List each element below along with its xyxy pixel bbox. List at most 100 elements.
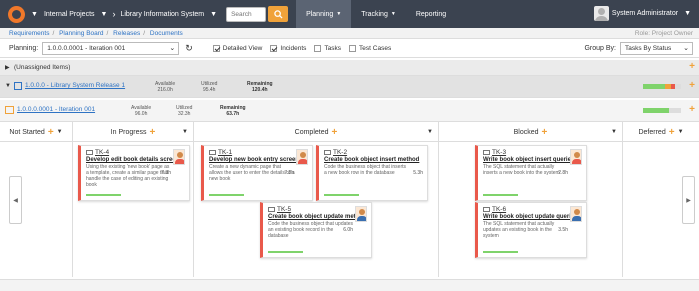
test-cases-checkbox[interactable]: Test Cases [349,44,392,52]
scroll-left-button[interactable]: ◀ [9,176,22,224]
task-title[interactable]: Develop edit book details screen [86,157,186,163]
assignee-avatar-icon [173,149,185,165]
expand-icon[interactable]: ▶ [5,64,10,71]
task-id-line: TK-4 [86,149,186,156]
task-icon [324,150,331,155]
add-icon[interactable]: + [669,127,675,138]
release-progress-bar [643,84,681,89]
task-id[interactable]: TK-6 [492,206,506,213]
release-row[interactable]: ▼ 1.0.0.0 - Library System Release 1 Ava… [0,76,699,98]
task-id-line: TK-3 [483,149,583,156]
unassigned-row[interactable]: ▶ (Unassigned Items) + [0,60,699,76]
incidents-checkbox[interactable]: Incidents [270,44,306,52]
task-id[interactable]: TK-1 [218,149,232,156]
refresh-icon[interactable]: ↻ [185,43,193,54]
tasks-checkbox[interactable]: Tasks [314,44,342,52]
chevron-down-icon[interactable]: ▼ [611,129,617,135]
menu-reporting[interactable]: Reporting [406,0,456,28]
column-title: Blocked [513,128,539,136]
task-title[interactable]: Create book object insert method [324,157,424,163]
task-estimate: 7.3h [161,170,171,176]
iteration-remaining: Remaining 63.7h [220,105,246,117]
chevron-down-icon[interactable]: ▼ [210,11,217,18]
project-selector[interactable]: Internal Projects [44,11,95,18]
task-id[interactable]: TK-3 [492,149,506,156]
collapse-icon[interactable]: ▼ [5,83,11,89]
chevron-down-icon: ▼ [390,11,396,17]
board-column-headers: Not Started + ▼ In Progress + ▼ Completed + ▼ … [0,122,699,142]
column-title: Not Started [9,128,45,136]
top-nav: ▼ Internal Projects ▼ › Library Informat… [0,0,699,28]
breadcrumb-releases[interactable]: Releases [113,30,140,37]
chevron-down-icon[interactable]: ▼ [101,11,108,18]
breadcrumb-documents[interactable]: Documents [150,30,183,37]
task-description: The SQL statement that actually inserts … [483,164,560,176]
menu-planning[interactable]: Planning ▼ [296,0,352,28]
task-card[interactable]: TK-5 Create book object update method Co… [260,202,372,258]
menu-tracking[interactable]: Tracking ▼ [351,0,406,28]
release-name[interactable]: 1.0.0.0 - Library System Release 1 [25,82,125,89]
add-icon[interactable]: + [149,127,155,138]
horizontal-scrollbar[interactable] [0,279,699,291]
add-icon[interactable]: + [542,127,548,138]
chevron-down-icon[interactable]: ▼ [31,11,38,18]
planning-select[interactable]: 1.0.0.0.0001 - Iteration 001 ⌄ [42,41,180,55]
add-item-icon[interactable]: + [689,104,695,115]
checkbox-icon [349,44,357,52]
iteration-row[interactable]: 1.0.0.0.0001 - Iteration 001 Available 96… [0,100,699,122]
stat-value: 32.3h [177,111,191,117]
add-icon[interactable]: + [332,127,338,138]
search-input[interactable] [226,6,267,22]
checkbox-icon [314,44,322,52]
add-item-icon[interactable]: + [689,80,695,91]
task-estimate: 7.3h [284,170,294,176]
task-card[interactable]: TK-6 Write book object update queries Th… [475,202,587,258]
assignee-avatar-icon [355,206,367,222]
iteration-name[interactable]: 1.0.0.0.0001 - Iteration 001 [17,106,95,113]
search-icon [273,9,283,19]
group-by-label: Group By: [584,44,616,52]
task-icon [483,207,490,212]
search-button[interactable] [268,6,289,22]
task-title[interactable]: Write book object update queries [483,214,583,220]
checkbox-checked-icon [270,44,278,52]
menu-planning-label: Planning [306,10,334,18]
tasks-label: Tasks [324,44,342,52]
task-card[interactable]: TK-3 Write book object insert queries Th… [475,145,587,201]
breadcrumb-planning-board[interactable]: Planning Board [59,30,103,37]
task-card[interactable]: TK-1 Develop new book entry screen Creat… [201,145,313,201]
task-progress-bar [209,194,244,196]
app-logo-icon[interactable] [8,5,25,23]
task-icon [209,150,216,155]
chevron-down-icon[interactable]: ▼ [182,129,188,135]
group-by-select[interactable]: Tasks By Status ⌄ [620,41,693,55]
task-estimate: 2.8h [558,170,568,176]
detailed-view-checkbox[interactable]: Detailed View [212,44,262,52]
column-deferred: ▶ [623,142,699,277]
task-card[interactable]: TK-4 Develop edit book details screen Us… [78,145,190,201]
task-description: Code the business object that updates an… [268,221,354,239]
chevron-right-icon: › [112,9,116,19]
task-title[interactable]: Create book object update method [268,214,368,220]
task-id[interactable]: TK-2 [333,149,347,156]
chevron-down-icon[interactable]: ▼ [678,129,684,135]
stat-value: 63.7h [226,111,240,117]
chevron-down-icon[interactable]: ▼ [427,129,433,135]
chevron-down-icon[interactable]: ▼ [57,129,63,135]
user-menu[interactable]: System Administrator ▼ [593,6,691,21]
breadcrumb-requirements[interactable]: Requirements [9,30,49,37]
task-id[interactable]: TK-4 [95,149,109,156]
add-icon[interactable]: + [48,127,54,138]
task-title[interactable]: Write book object insert queries [483,157,583,163]
test-cases-label: Test Cases [359,44,392,52]
task-progress-bar [483,251,518,253]
product-selector[interactable]: Library Information System [120,11,204,18]
task-progress-bar [483,194,518,196]
add-item-icon[interactable]: + [689,61,695,72]
task-title[interactable]: Develop new book entry screen [209,157,309,163]
scroll-right-button[interactable]: ▶ [682,176,695,224]
task-card[interactable]: TK-2 Create book object insert method Co… [316,145,428,201]
chevron-down-icon: ▼ [684,10,691,17]
task-id[interactable]: TK-5 [277,206,291,213]
group-by-select-value: Tasks By Status [625,44,672,52]
